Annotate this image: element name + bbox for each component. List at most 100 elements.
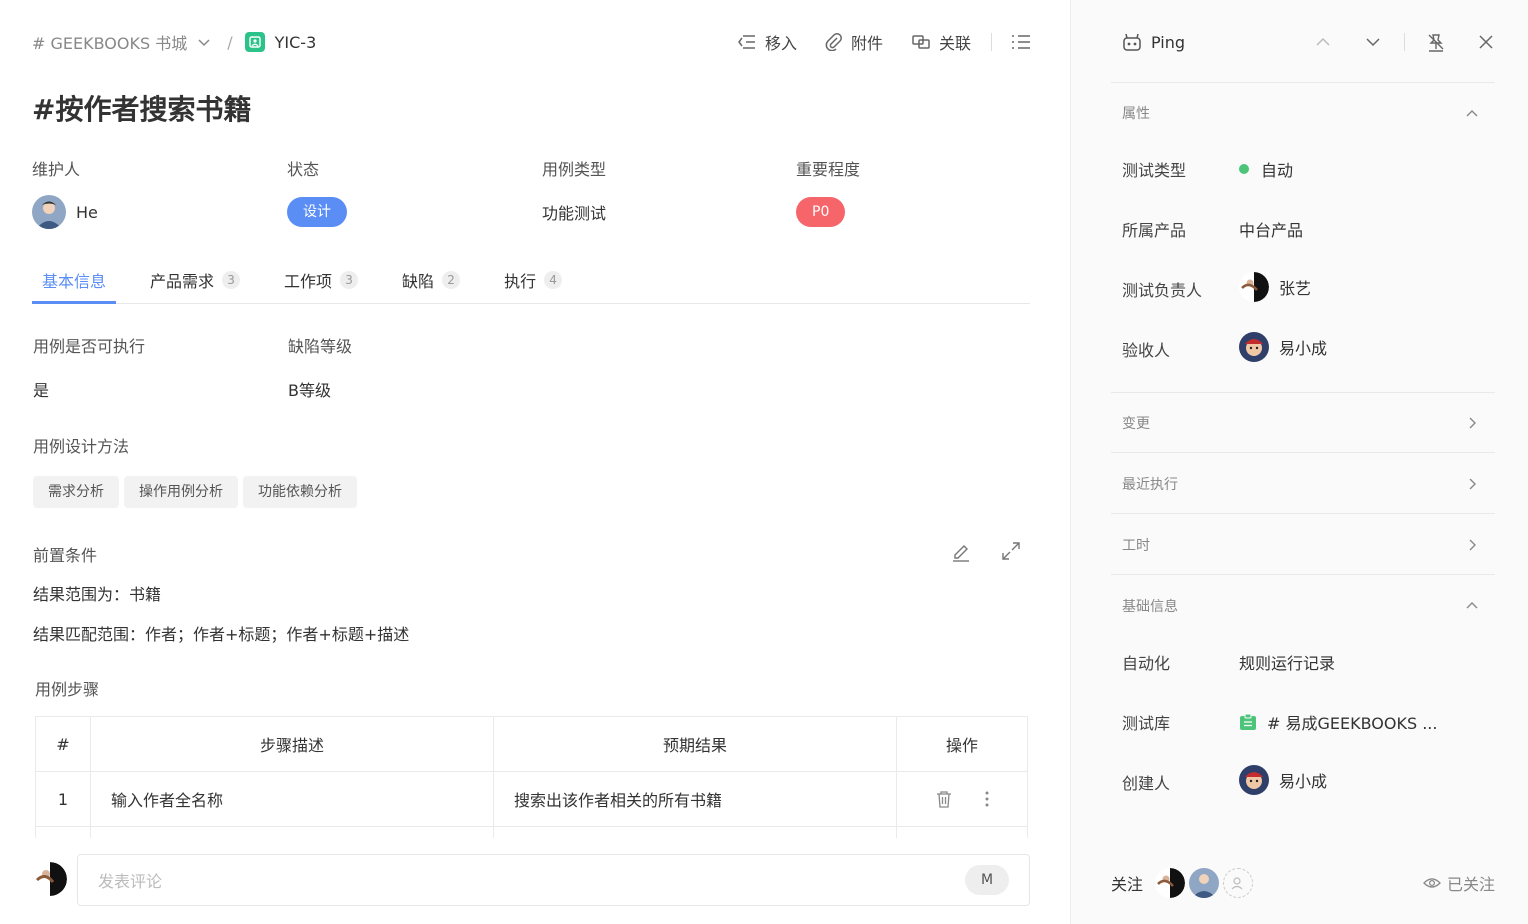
divider xyxy=(1111,513,1495,514)
owner-value[interactable]: 张艺 xyxy=(1239,272,1311,302)
precondition-actions xyxy=(948,538,1048,564)
testcase-code: YIC-3 xyxy=(274,32,317,52)
method-chip[interactable]: 功能依赖分析 xyxy=(243,476,357,508)
tab-count-badge: 3 xyxy=(222,270,241,289)
design-method-chips: 需求分析 操作用例分析 功能依赖分析 xyxy=(33,476,362,508)
col-expected-header: 预期结果 xyxy=(493,716,897,772)
link-icon xyxy=(912,35,930,49)
header-divider xyxy=(1404,33,1405,51)
toolbar-divider xyxy=(991,33,992,51)
executable-label: 用例是否可执行 xyxy=(33,337,146,356)
edit-icon[interactable] xyxy=(948,538,974,564)
section-recent-title[interactable]: 最近执行 xyxy=(1122,474,1178,494)
creator-value[interactable]: 易小成 xyxy=(1239,765,1327,795)
chevron-up-icon[interactable] xyxy=(1464,106,1480,122)
tab-item[interactable]: 工作项 3 xyxy=(274,256,368,303)
col-desc-header: 步骤描述 xyxy=(90,716,494,772)
link-button[interactable]: 关联 xyxy=(911,30,971,54)
col-actions-header: 操作 xyxy=(896,716,1028,772)
comment-input[interactable]: 发表评论 M xyxy=(77,854,1030,906)
breadcrumb-project[interactable]: # GEEKBOOKS 书城 xyxy=(32,30,187,54)
tab-count-badge: 3 xyxy=(340,270,359,289)
content-scroll[interactable]: # GEEKBOOKS 书城 / YIC-3 移入 附件 关联 #按作者搜索书籍… xyxy=(0,0,1070,838)
defect-level-label: 缺陷等级 xyxy=(288,337,353,356)
precondition-line: 结果匹配范围：作者；作者+标题；作者+标题+描述 xyxy=(33,625,410,644)
table-row xyxy=(35,826,1028,838)
test-type-label: 测试类型 xyxy=(1122,161,1187,180)
tab-item[interactable]: 产品需求 3 xyxy=(140,256,250,303)
tab-item[interactable]: 执行 4 xyxy=(494,256,572,303)
test-type-value[interactable]: 自动 xyxy=(1239,157,1293,181)
library-label: 测试库 xyxy=(1122,714,1171,733)
move-in-button[interactable]: 移入 xyxy=(737,30,797,54)
status-badge[interactable]: 设计 xyxy=(287,197,347,227)
add-follower-icon[interactable] xyxy=(1223,868,1254,898)
chevron-up-icon[interactable] xyxy=(1464,598,1480,614)
type-value[interactable]: 功能测试 xyxy=(542,196,606,228)
section-hours-title[interactable]: 工时 xyxy=(1122,535,1150,555)
unpin-icon[interactable] xyxy=(1425,31,1447,53)
design-method-label: 用例设计方法 xyxy=(33,437,130,456)
avatar xyxy=(1239,332,1269,362)
automation-value[interactable]: 规则运行记录 xyxy=(1239,650,1335,674)
executable-value[interactable]: 是 xyxy=(33,377,49,401)
method-chip[interactable]: 操作用例分析 xyxy=(124,476,238,508)
expand-icon[interactable] xyxy=(998,538,1024,564)
outline-list-icon[interactable] xyxy=(1010,33,1032,51)
chevron-down-icon[interactable] xyxy=(197,35,211,49)
tab-label: 基本信息 xyxy=(42,271,107,291)
chevron-right-icon[interactable] xyxy=(1464,415,1480,431)
tab-bar: 基本信息 产品需求 3 工作项 3 缺陷 2 执行 4 xyxy=(32,256,1030,304)
eye-icon xyxy=(1423,878,1441,888)
main-panel: # GEEKBOOKS 书城 / YIC-3 移入 附件 关联 #按作者搜索书籍… xyxy=(0,0,1070,924)
close-icon[interactable] xyxy=(1475,31,1497,53)
move-in-icon xyxy=(738,35,755,49)
step-expected[interactable]: 搜索出该作者相关的所有书籍 xyxy=(493,771,897,827)
tab-item[interactable]: 缺陷 2 xyxy=(392,256,470,303)
side-panel: Ping 属性 测试类型 自动 所属产品 中台产品 测试负责人 张艺 验收人 易… xyxy=(1070,0,1528,924)
avatar[interactable] xyxy=(1189,868,1220,898)
breadcrumb-separator: / xyxy=(227,32,233,52)
step-actions xyxy=(896,771,1028,827)
avatar[interactable] xyxy=(1155,868,1186,898)
product-value[interactable]: 中台产品 xyxy=(1239,217,1303,241)
col-number-header: # xyxy=(35,716,91,772)
table-row: 1 输入作者全名称 搜索出该作者相关的所有书籍 xyxy=(35,771,1028,827)
tab-item[interactable]: 基本信息 xyxy=(32,256,117,304)
side-title: Ping xyxy=(1151,32,1186,52)
defect-level-value[interactable]: B等级 xyxy=(288,377,331,401)
library-value[interactable]: # 易成GEEKBOOKS ... xyxy=(1239,710,1437,734)
steps-table: # 步骤描述 预期结果 操作 1 输入作者全名称 搜索出该作者相关的所有书籍 xyxy=(35,716,1028,838)
automation-label: 自动化 xyxy=(1122,654,1171,673)
chevron-right-icon[interactable] xyxy=(1464,476,1480,492)
section-attributes-title: 属性 xyxy=(1122,106,1150,122)
divider xyxy=(1111,452,1495,453)
precondition-label: 前置条件 xyxy=(33,546,98,565)
mention-button[interactable]: M xyxy=(965,865,1009,895)
table-header-row: # 步骤描述 预期结果 操作 xyxy=(35,716,1028,772)
tab-label: 产品需求 xyxy=(150,271,215,291)
status-dot xyxy=(1239,164,1249,174)
breadcrumb: # GEEKBOOKS 书城 / YIC-3 xyxy=(32,30,316,54)
acceptor-value[interactable]: 易小成 xyxy=(1239,332,1327,362)
chevron-right-icon[interactable] xyxy=(1464,537,1480,553)
section-base-title: 基础信息 xyxy=(1122,599,1178,615)
step-desc[interactable]: 输入作者全名称 xyxy=(90,771,494,827)
attachment-button[interactable]: 附件 xyxy=(825,30,883,54)
section-changes-title[interactable]: 变更 xyxy=(1122,413,1150,433)
tab-count-badge: 4 xyxy=(544,270,563,289)
followed-button[interactable]: 已关注 xyxy=(1423,871,1495,895)
toolbar: 移入 附件 关联 xyxy=(709,28,1032,56)
priority-badge[interactable]: P0 xyxy=(796,197,846,227)
acceptor-label: 验收人 xyxy=(1122,341,1171,360)
prop-maintainer: 维护人 He xyxy=(32,158,98,229)
properties-row: 维护人 He 状态 设计 用例类型 功能测试 重要程度 P0 xyxy=(32,158,1032,229)
chevron-up-icon[interactable] xyxy=(1312,31,1334,53)
prop-type: 用例类型 功能测试 xyxy=(542,158,606,228)
method-chip[interactable]: 需求分析 xyxy=(33,476,119,508)
trash-icon[interactable] xyxy=(934,789,954,809)
more-vertical-icon[interactable] xyxy=(984,790,990,808)
maintainer-selector[interactable]: He xyxy=(32,195,98,229)
follow-label: 关注 xyxy=(1111,875,1144,894)
chevron-down-icon[interactable] xyxy=(1362,31,1384,53)
